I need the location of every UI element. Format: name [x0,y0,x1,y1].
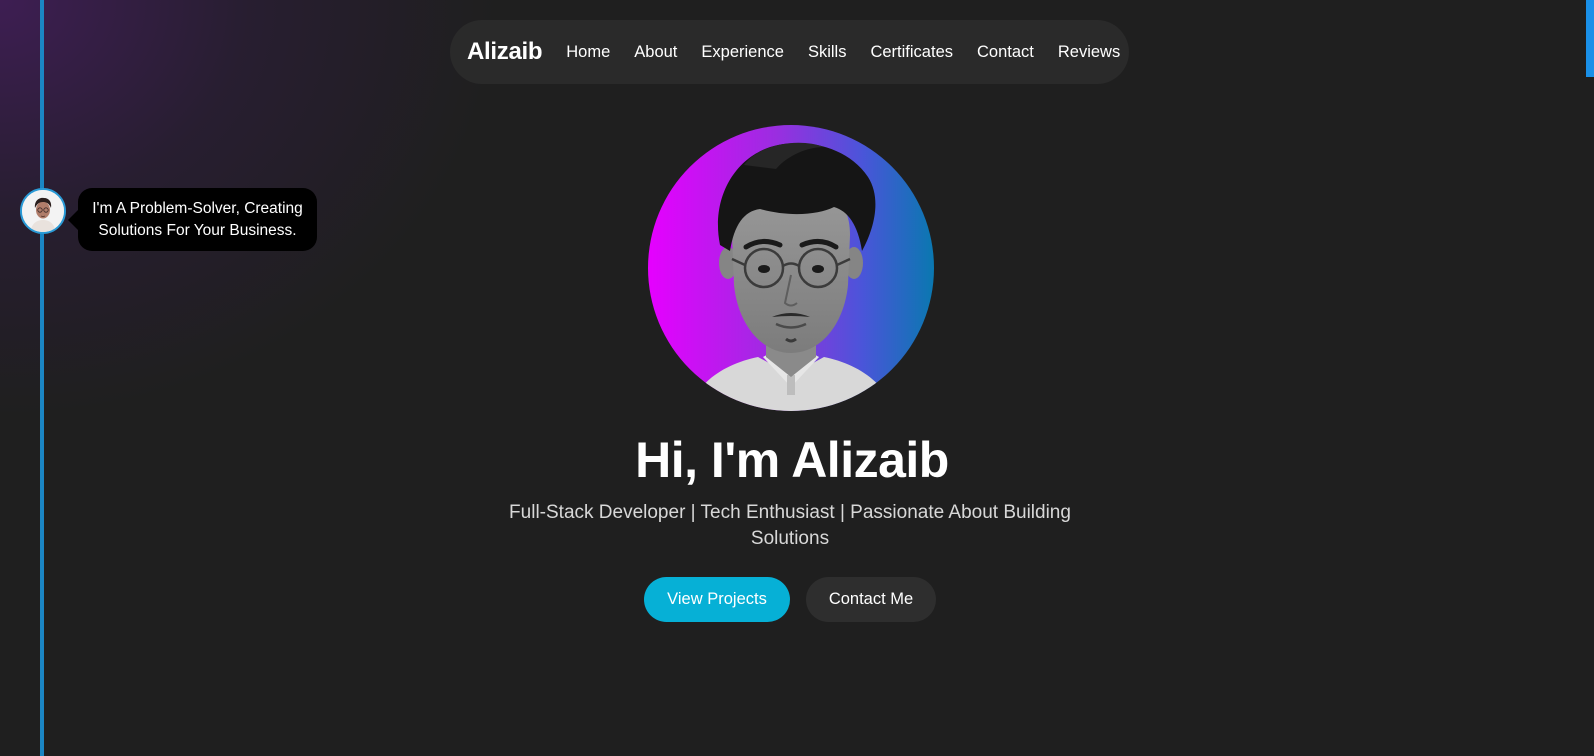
nav-link-contact[interactable]: Contact [977,43,1034,62]
timeline-avatar [20,188,66,234]
nav-link-about[interactable]: About [634,43,677,62]
view-projects-button[interactable]: View Projects [644,577,790,622]
nav-link-experience[interactable]: Experience [701,43,784,62]
hero-subtitle: Full-Stack Developer | Tech Enthusiast |… [509,502,1071,549]
nav-link-reviews[interactable]: Reviews [1058,43,1120,62]
scroll-progress-indicator [1586,0,1594,77]
hero-profile-photo [648,125,934,411]
portrait-image [688,142,894,411]
page: I'm A Problem-Solver, Creating Solutions… [0,0,1594,756]
brand-logo[interactable]: Alizaib [467,38,543,66]
top-navbar: Alizaib Home About Experience Skills Cer… [450,20,1129,84]
avatar-icon [22,190,64,232]
timeline-message-bubble: I'm A Problem-Solver, Creating Solutions… [68,188,317,251]
timeline-rail [40,0,44,756]
nav-link-certificates[interactable]: Certificates [870,43,953,62]
hero-title: Hi, I'm Alizaib [635,432,949,488]
nav-link-home[interactable]: Home [566,43,610,62]
nav-link-skills[interactable]: Skills [808,43,847,62]
contact-me-button[interactable]: Contact Me [806,577,936,622]
